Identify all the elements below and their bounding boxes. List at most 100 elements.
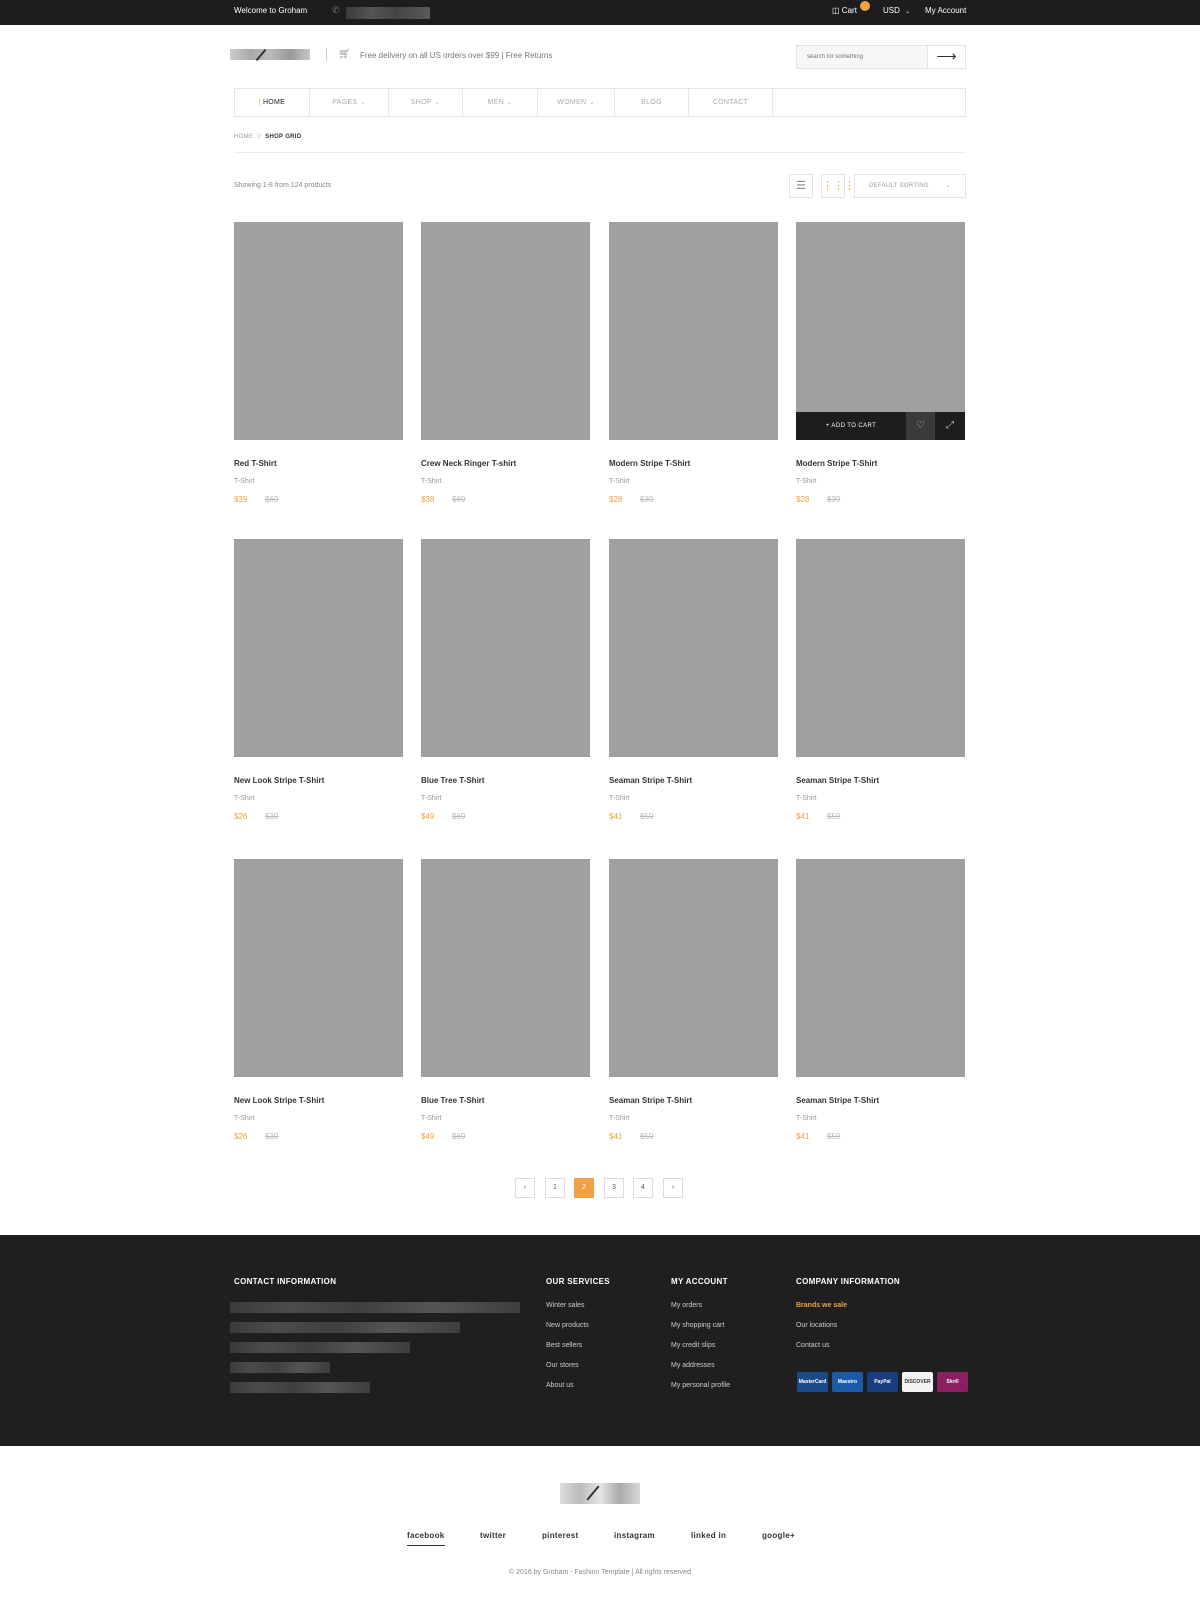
footer-link[interactable]: New products xyxy=(546,1322,589,1329)
product-price: $41 xyxy=(796,812,810,821)
footer-link[interactable]: My personal profile xyxy=(671,1382,730,1389)
product-card[interactable]: Seaman Stripe T-Shirt T-Shirt $41 $59 xyxy=(796,539,965,821)
product-name[interactable]: Seaman Stripe T-Shirt xyxy=(796,1096,879,1105)
product-image[interactable] xyxy=(234,859,403,1077)
expand-icon[interactable]: ⤢ xyxy=(935,412,965,440)
footer-link[interactable]: Our stores xyxy=(546,1362,579,1369)
heart-icon[interactable]: ♡ xyxy=(906,412,935,440)
product-name[interactable]: Modern Stripe T-Shirt xyxy=(796,459,877,468)
delivery-notice: Free delivery on all US orders over $99 … xyxy=(360,51,553,60)
social-googleplus[interactable]: google+ xyxy=(762,1531,795,1540)
footer-link[interactable]: About us xyxy=(546,1382,574,1389)
product-name[interactable]: New Look Stripe T-Shirt xyxy=(234,1096,324,1105)
product-card[interactable]: + ADD TO CART ♡ ⤢ Modern Stripe T-Shirt T-Sh… xyxy=(796,222,965,504)
pagination-page-1[interactable]: 1 xyxy=(545,1178,565,1198)
pagination-page-3[interactable]: 3 xyxy=(604,1178,624,1198)
pagination-page-2[interactable]: 2 xyxy=(574,1178,594,1198)
product-card[interactable]: Blue Tree T-Shirt T-Shirt $49 $69 xyxy=(421,859,590,1141)
cart-link[interactable]: ◫ Cart xyxy=(832,6,857,15)
grid-view-button[interactable]: ⋮⋮⋮ xyxy=(821,174,855,198)
breadcrumb: HOME //SHOP GRID xyxy=(234,134,301,140)
product-name[interactable]: Blue Tree T-Shirt xyxy=(421,1096,485,1105)
product-name[interactable]: Seaman Stripe T-Shirt xyxy=(609,776,692,785)
search-box: ⟶ xyxy=(796,45,966,69)
nav-item-shop[interactable]: SHOP ⌄ xyxy=(389,89,463,116)
product-image[interactable] xyxy=(796,859,965,1077)
nav-item-blog[interactable]: BLOG xyxy=(615,89,689,116)
product-name[interactable]: Modern Stripe T-Shirt xyxy=(609,459,690,468)
footer-link[interactable]: Our locations xyxy=(796,1322,837,1329)
product-old-price: $59 xyxy=(827,812,841,821)
product-card[interactable]: Blue Tree T-Shirt T-Shirt $49 $69 xyxy=(421,539,590,821)
nav-item-women[interactable]: WOMEN ⌄ xyxy=(538,89,615,116)
pagination-prev[interactable]: ‹ xyxy=(515,1178,535,1198)
product-card[interactable]: Modern Stripe T-Shirt T-Shirt $28 $39 xyxy=(609,222,778,504)
footer-link[interactable]: My shopping cart xyxy=(671,1322,724,1329)
product-price: $39 xyxy=(234,495,248,504)
product-price: $41 xyxy=(796,1132,810,1141)
phone-number-blurred xyxy=(346,7,430,19)
social-twitter[interactable]: twitter xyxy=(480,1531,506,1540)
product-name[interactable]: Blue Tree T-Shirt xyxy=(421,776,485,785)
search-submit-button[interactable]: ⟶ xyxy=(927,46,965,68)
breadcrumb-home[interactable]: HOME xyxy=(234,134,253,140)
footer-link[interactable]: Contact us xyxy=(796,1342,829,1349)
pagination-next[interactable]: › xyxy=(663,1178,683,1198)
product-name[interactable]: Red T-Shirt xyxy=(234,459,277,468)
product-image[interactable] xyxy=(421,859,590,1077)
add-to-cart-button[interactable]: + ADD TO CART xyxy=(796,412,906,440)
results-count: Showing 1-8 from 124 products xyxy=(234,182,332,189)
product-name[interactable]: Seaman Stripe T-Shirt xyxy=(609,1096,692,1105)
nav-item-home[interactable]: | HOME xyxy=(235,89,310,116)
product-card[interactable]: Seaman Stripe T-Shirt T-Shirt $41 $59 xyxy=(796,859,965,1141)
social-pinterest[interactable]: pinterest xyxy=(542,1531,579,1540)
product-image[interactable] xyxy=(234,222,403,440)
product-image[interactable] xyxy=(609,222,778,440)
product-price: $41 xyxy=(609,812,623,821)
nav-item-pages[interactable]: PAGES ⌄ xyxy=(310,89,389,116)
arrow-right-icon: ⟶ xyxy=(936,48,957,64)
footer-link[interactable]: My credit slips xyxy=(671,1342,715,1349)
product-card[interactable]: Seaman Stripe T-Shirt T-Shirt $41 $59 xyxy=(609,539,778,821)
product-image[interactable] xyxy=(796,539,965,757)
product-card[interactable]: New Look Stripe T-Shirt T-Shirt $26 $39 xyxy=(234,859,403,1141)
product-image[interactable] xyxy=(609,539,778,757)
nav-item-men[interactable]: MEN ⌄ xyxy=(463,89,538,116)
footer-link[interactable]: My addresses xyxy=(671,1362,715,1369)
social-linkedin[interactable]: linked in xyxy=(691,1531,726,1540)
logo[interactable] xyxy=(230,49,310,60)
active-underline xyxy=(407,1545,445,1546)
product-image[interactable] xyxy=(421,539,590,757)
footer-link[interactable]: Winter sales xyxy=(546,1302,585,1309)
search-input[interactable] xyxy=(797,46,927,68)
product-card[interactable]: Red T-Shirt T-Shirt $39 $69 xyxy=(234,222,403,504)
product-price: $26 xyxy=(234,812,248,821)
footer-link-brands[interactable]: Brands we sale xyxy=(796,1302,847,1309)
product-image[interactable] xyxy=(609,859,778,1077)
my-account-link[interactable]: My Account xyxy=(925,6,966,15)
product-name[interactable]: Crew Neck Ringer T-shirt xyxy=(421,459,516,468)
list-view-button[interactable]: ☰ xyxy=(789,174,813,198)
product-image[interactable] xyxy=(234,539,403,757)
product-card[interactable]: Crew Neck Ringer T-shirt T-Shirt $38 $69 xyxy=(421,222,590,504)
social-instagram[interactable]: instagram xyxy=(614,1531,655,1540)
product-category: T-Shirt xyxy=(234,478,255,485)
nav-item-contact[interactable]: CONTACT xyxy=(689,89,773,116)
sort-select[interactable]: DEFAULT SORTING ⌄ xyxy=(854,174,966,198)
product-card[interactable]: Seaman Stripe T-Shirt T-Shirt $41 $59 xyxy=(609,859,778,1141)
nav-label: WOMEN xyxy=(557,99,587,106)
footer-link[interactable]: Best sellers xyxy=(546,1342,582,1349)
product-image[interactable]: + ADD TO CART ♡ ⤢ xyxy=(796,222,965,440)
footer-link[interactable]: My orders xyxy=(671,1302,702,1309)
social-facebook[interactable]: facebook xyxy=(407,1531,445,1540)
nav-label: PAGES xyxy=(332,99,358,106)
grid-icon: ⋮⋮⋮ xyxy=(822,180,855,192)
product-name[interactable]: Seaman Stripe T-Shirt xyxy=(796,776,879,785)
pagination-page-4[interactable]: 4 xyxy=(633,1178,653,1198)
product-image[interactable] xyxy=(421,222,590,440)
product-card[interactable]: New Look Stripe T-Shirt T-Shirt $26 $39 xyxy=(234,539,403,821)
product-name[interactable]: New Look Stripe T-Shirt xyxy=(234,776,324,785)
currency-select[interactable]: USD ⌄ xyxy=(883,6,910,15)
chevron-down-icon: ⌄ xyxy=(945,183,951,189)
sort-label: DEFAULT SORTING xyxy=(869,183,929,189)
